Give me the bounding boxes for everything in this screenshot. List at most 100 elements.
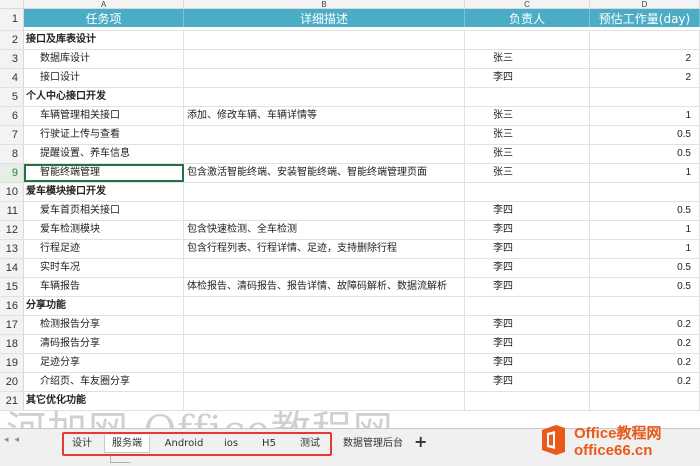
owner-cell[interactable]: 李四: [465, 259, 590, 277]
owner-cell[interactable]: 李四: [465, 316, 590, 334]
task-cell[interactable]: 爱车首页相关接口: [24, 202, 184, 220]
row-number[interactable]: 4: [0, 69, 24, 87]
estimate-cell[interactable]: 0.2: [590, 373, 700, 391]
row-number[interactable]: 9: [0, 164, 24, 182]
prev-sheet-icon[interactable]: ◂: [15, 435, 20, 445]
description-cell[interactable]: 包含快速检测、全车检测: [184, 221, 465, 239]
owner-cell[interactable]: 张三: [465, 126, 590, 144]
section-title-cell[interactable]: 爱车模块接口开发: [24, 183, 184, 201]
estimate-cell[interactable]: 1: [590, 240, 700, 258]
owner-cell[interactable]: [465, 88, 590, 106]
row-number[interactable]: 19: [0, 354, 24, 372]
owner-cell[interactable]: [465, 183, 590, 201]
description-cell[interactable]: [184, 31, 465, 49]
owner-cell[interactable]: 张三: [465, 145, 590, 163]
owner-cell[interactable]: 张三: [465, 50, 590, 68]
estimate-cell[interactable]: [590, 392, 700, 410]
estimate-cell[interactable]: 1: [590, 221, 700, 239]
estimate-cell[interactable]: 2: [590, 50, 700, 68]
owner-cell[interactable]: 李四: [465, 278, 590, 296]
task-cell[interactable]: 实时车况: [24, 259, 184, 277]
description-cell[interactable]: [184, 202, 465, 220]
estimate-cell[interactable]: 1: [590, 107, 700, 125]
task-cell[interactable]: 爱车检测模块: [24, 221, 184, 239]
tab-admin-backend[interactable]: 数据管理后台: [340, 435, 406, 453]
task-cell[interactable]: 数据库设计: [24, 50, 184, 68]
tab-server[interactable]: 服务端: [104, 435, 150, 453]
row-number[interactable]: 14: [0, 259, 24, 277]
estimate-cell[interactable]: 0.5: [590, 202, 700, 220]
row-number[interactable]: 6: [0, 107, 24, 125]
section-title-cell[interactable]: 其它优化功能: [24, 392, 184, 410]
task-cell[interactable]: 车辆报告: [24, 278, 184, 296]
tab-design[interactable]: 设计: [66, 435, 98, 453]
estimate-cell[interactable]: 1: [590, 164, 700, 182]
header-cell-description[interactable]: 详细描述: [184, 9, 465, 27]
task-cell[interactable]: 检测报告分享: [24, 316, 184, 334]
row-number[interactable]: 8: [0, 145, 24, 163]
description-cell[interactable]: [184, 392, 465, 410]
column-header-a[interactable]: A: [24, 0, 184, 9]
owner-cell[interactable]: 张三: [465, 164, 590, 182]
description-cell[interactable]: [184, 354, 465, 372]
owner-cell[interactable]: 张三: [465, 107, 590, 125]
description-cell[interactable]: 包含行程列表、行程详情、足迹，支持删除行程: [184, 240, 465, 258]
estimate-cell[interactable]: 0.5: [590, 278, 700, 296]
description-cell[interactable]: [184, 183, 465, 201]
row-number[interactable]: 12: [0, 221, 24, 239]
row-number[interactable]: 16: [0, 297, 24, 315]
row-number[interactable]: 10: [0, 183, 24, 201]
description-cell[interactable]: [184, 335, 465, 353]
owner-cell[interactable]: [465, 392, 590, 410]
task-cell[interactable]: 智能终端管理: [24, 164, 184, 182]
row-number[interactable]: 17: [0, 316, 24, 334]
row-number[interactable]: 13: [0, 240, 24, 258]
owner-cell[interactable]: 李四: [465, 240, 590, 258]
tab-h5[interactable]: H5: [254, 435, 284, 453]
estimate-cell[interactable]: 0.5: [590, 259, 700, 277]
owner-cell[interactable]: 李四: [465, 335, 590, 353]
section-title-cell[interactable]: 接口及库表设计: [24, 31, 184, 49]
row-number[interactable]: 3: [0, 50, 24, 68]
description-cell[interactable]: [184, 145, 465, 163]
description-cell[interactable]: [184, 126, 465, 144]
header-cell-owner[interactable]: 负责人: [465, 9, 590, 27]
task-cell[interactable]: 行驶证上传与查看: [24, 126, 184, 144]
header-cell-task[interactable]: 任务项: [24, 9, 184, 27]
task-cell[interactable]: 行程足迹: [24, 240, 184, 258]
estimate-cell[interactable]: [590, 31, 700, 49]
owner-cell[interactable]: 李四: [465, 373, 590, 391]
owner-cell[interactable]: [465, 297, 590, 315]
estimate-cell[interactable]: 2: [590, 69, 700, 87]
row-number[interactable]: 21: [0, 392, 24, 410]
first-sheet-icon[interactable]: ◂: [4, 435, 9, 445]
description-cell[interactable]: [184, 259, 465, 277]
row-number[interactable]: 1: [0, 9, 24, 30]
column-header-d[interactable]: D: [590, 0, 700, 9]
description-cell[interactable]: [184, 297, 465, 315]
column-header-c[interactable]: C: [465, 0, 590, 9]
row-number[interactable]: 15: [0, 278, 24, 296]
description-cell[interactable]: [184, 316, 465, 334]
task-cell[interactable]: 车辆管理相关接口: [24, 107, 184, 125]
description-cell[interactable]: 体检报告、清码报告、报告详情、故障码解析、数据流解析: [184, 278, 465, 296]
row-number[interactable]: 7: [0, 126, 24, 144]
estimate-cell[interactable]: 0.2: [590, 316, 700, 334]
add-sheet-button[interactable]: +: [414, 431, 427, 453]
header-cell-estimate[interactable]: 预估工作量(day): [590, 9, 700, 27]
tab-android[interactable]: Android: [158, 435, 210, 453]
estimate-cell[interactable]: [590, 183, 700, 201]
task-cell[interactable]: 介绍页、车友圈分享: [24, 373, 184, 391]
estimate-cell[interactable]: 0.5: [590, 126, 700, 144]
estimate-cell[interactable]: 0.2: [590, 354, 700, 372]
estimate-cell[interactable]: 0.2: [590, 335, 700, 353]
task-cell[interactable]: 清码报告分享: [24, 335, 184, 353]
column-header-b[interactable]: B: [184, 0, 465, 9]
task-cell[interactable]: 接口设计: [24, 69, 184, 87]
section-title-cell[interactable]: 分享功能: [24, 297, 184, 315]
estimate-cell[interactable]: 0.5: [590, 145, 700, 163]
description-cell[interactable]: 添加、修改车辆、车辆详情等: [184, 107, 465, 125]
description-cell[interactable]: 包含激活智能终端、安装智能终端、智能终端管理页面: [184, 164, 465, 182]
estimate-cell[interactable]: [590, 297, 700, 315]
row-number[interactable]: 5: [0, 88, 24, 106]
